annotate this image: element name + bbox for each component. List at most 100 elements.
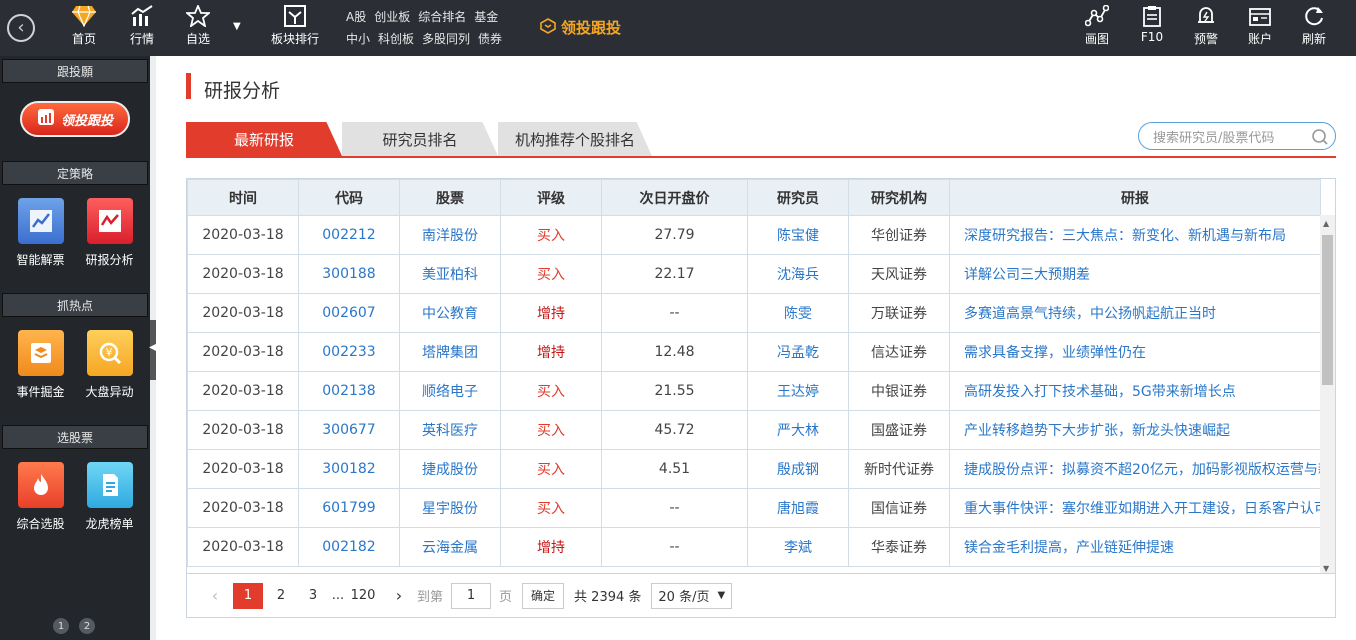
page-size-select[interactable]: 20 条/页 ▼ [651,582,733,609]
table-row[interactable]: 2020-03-18 002607 中公教育 增持 -- 陈雯 万联证券 多赛道高景气持续，中… [187,293,1321,333]
cell-report-link[interactable]: 多赛道高景气持续，中公扬帆起航正当时 [949,293,1321,333]
search-input[interactable]: 搜索研究员/股票代码 [1138,122,1336,150]
page-3-button[interactable]: 3 [299,583,327,609]
cell-analyst[interactable]: 唐旭霞 [747,488,849,528]
page-1-button[interactable]: 1 [233,582,263,609]
table-row[interactable]: 2020-03-18 002233 塔牌集团 增持 12.48 冯孟乾 信达证券 需求具备支撑… [187,332,1321,372]
table-row[interactable]: 2020-03-18 300188 美亚柏科 买入 22.17 沈海兵 天风证券 详解公司三大… [187,254,1321,294]
cell-code[interactable]: 300188 [298,254,400,294]
cell-code[interactable]: 002233 [298,332,400,372]
table-row[interactable]: 2020-03-18 300182 捷成股份 买入 4.51 殷成钢 新时代证券 捷成股份点评… [187,449,1321,489]
table-scrollbar[interactable]: ▲ ▼ [1320,215,1335,575]
cell-report-link[interactable]: 捷成股份点评：拟募资不超20亿元，加码影视版权运营与新 [949,449,1321,489]
cell-report-link[interactable]: 产业转移趋势下大步扩张，新龙头快速崛起 [949,410,1321,450]
sector-ranking-button[interactable]: 板块排行 [268,4,322,52]
cell-report-link[interactable]: 镁合金毛利提高，产业链延伸提速 [949,527,1321,567]
goto-page-input[interactable]: 1 [451,582,492,609]
scroll-up-icon[interactable]: ▲ [1323,219,1329,228]
link-sme[interactable]: 中小 [346,28,370,50]
sidebar-item-event-mining[interactable]: 事件掘金 [8,330,74,422]
header-next-open[interactable]: 次日开盘价 [601,179,748,216]
header-code[interactable]: 代码 [298,179,400,216]
scrollbar-thumb[interactable] [1322,235,1333,385]
back-icon[interactable]: ‹ [7,14,35,42]
cell-analyst[interactable]: 陈宝健 [747,215,849,255]
table-row[interactable]: 2020-03-18 002138 顺络电子 买入 21.55 王达婷 中银证券 高研发投入打… [187,371,1321,411]
cell-code[interactable]: 002138 [298,371,400,411]
sidebar-page-2[interactable]: 2 [79,618,95,634]
f10-button[interactable]: F10 [1136,4,1168,52]
cell-report-link[interactable]: 高研发投入打下技术基础，5G带来新增长点 [949,371,1321,411]
cell-analyst[interactable]: 陈雯 [747,293,849,333]
table-row[interactable]: 2020-03-18 002212 南洋股份 买入 27.79 陈宝健 华创证券 深度研究报告… [187,215,1321,255]
header-institution[interactable]: 研究机构 [848,179,950,216]
table-row[interactable]: 2020-03-18 300677 英科医疗 买入 45.72 严大林 国盛证券 产业转移趋势… [187,410,1321,450]
cell-stock[interactable]: 顺络电子 [399,371,501,411]
cell-report-link[interactable]: 重大事件快评：塞尔维亚如期进入开工建设，日系客户认可 [949,488,1321,528]
cell-stock[interactable]: 星宇股份 [399,488,501,528]
lead-follow-pill-button[interactable]: 领投跟投 [20,101,130,137]
cell-stock[interactable]: 中公教育 [399,293,501,333]
link-overall-ranking[interactable]: 综合排名 [418,6,466,28]
link-chinext[interactable]: 创业板 [374,6,410,28]
cell-stock[interactable]: 塔牌集团 [399,332,501,372]
cell-stock[interactable]: 英科医疗 [399,410,501,450]
tab-latest-reports[interactable]: 最新研报 [186,122,342,156]
cell-report-link[interactable]: 深度研究报告：三大焦点：新变化、新机遇与新布局 [949,215,1321,255]
sidebar-page-1[interactable]: 1 [53,618,69,634]
scroll-down-icon[interactable]: ▼ [1323,564,1329,573]
home-button[interactable]: 首页 [66,4,102,52]
table-row[interactable]: 2020-03-18 601799 星宇股份 买入 -- 唐旭霞 国信证券 重大事件快评：塞尔… [187,488,1321,528]
header-time[interactable]: 时间 [187,179,299,216]
link-star-market[interactable]: 科创板 [378,28,414,50]
link-multi-stock[interactable]: 多股同列 [422,28,470,50]
sidebar-item-dragon-tiger-list[interactable]: 龙虎榜单 [77,462,143,554]
table-row[interactable]: 2020-03-18 002182 云海金属 增持 -- 李斌 华泰证券 镁合金毛利提高，产业… [187,527,1321,567]
page-last-button[interactable]: 120 [349,583,377,609]
cell-stock[interactable]: 云海金属 [399,527,501,567]
cell-analyst[interactable]: 王达婷 [747,371,849,411]
search-icon[interactable] [1311,128,1329,150]
header-report[interactable]: 研报 [949,179,1321,216]
refresh-button[interactable]: 刷新 [1298,4,1330,52]
next-page-icon[interactable]: › [385,583,413,609]
link-funds[interactable]: 基金 [474,6,498,28]
header-analyst[interactable]: 研究员 [747,179,849,216]
watchlist-dropdown-icon[interactable]: ▼ [233,21,241,32]
cell-code[interactable]: 002607 [298,293,400,333]
link-bonds[interactable]: 债券 [478,28,502,50]
cell-analyst[interactable]: 严大林 [747,410,849,450]
cell-code[interactable]: 300677 [298,410,400,450]
sidebar-item-research-analysis[interactable]: 研报分析 [77,198,143,290]
sidebar-item-smart-stock[interactable]: 智能解票 [8,198,74,290]
cell-report-link[interactable]: 需求具备支撑，业绩弹性仍在 [949,332,1321,372]
cell-code[interactable]: 002212 [298,215,400,255]
link-a-shares[interactable]: A股 [346,6,366,28]
cell-report-link[interactable]: 详解公司三大预期差 [949,254,1321,294]
cell-analyst[interactable]: 殷成钢 [747,449,849,489]
header-rating[interactable]: 评级 [500,179,602,216]
lead-follow-brand-link[interactable]: 领投跟投 [540,17,621,38]
cell-analyst[interactable]: 沈海兵 [747,254,849,294]
confirm-button[interactable]: 确定 [522,582,565,609]
cell-analyst[interactable]: 冯孟乾 [747,332,849,372]
cell-stock[interactable]: 捷成股份 [399,449,501,489]
sidebar-item-stock-screener[interactable]: 综合选股 [8,462,74,554]
cell-stock[interactable]: 南洋股份 [399,215,501,255]
cell-stock[interactable]: 美亚柏科 [399,254,501,294]
alert-button[interactable]: 预警 [1190,4,1222,52]
prev-page-icon[interactable]: ‹ [201,583,229,609]
cell-analyst[interactable]: 李斌 [747,527,849,567]
cell-code[interactable]: 601799 [298,488,400,528]
tab-analyst-ranking[interactable]: 研究员排名 [342,122,498,156]
sidebar-item-market-movement[interactable]: ¥ 大盘异动 [77,330,143,422]
cell-code[interactable]: 300182 [298,449,400,489]
cell-code[interactable]: 002182 [298,527,400,567]
draw-button[interactable]: 画图 [1081,4,1113,52]
tab-institution-ranking[interactable]: 机构推荐个股排名 [498,122,652,156]
market-button[interactable]: 行情 [124,4,160,52]
header-stock[interactable]: 股票 [399,179,501,216]
account-button[interactable]: 账户 [1244,4,1276,52]
page-2-button[interactable]: 2 [267,583,295,609]
watchlist-button[interactable]: 自选 [180,4,216,52]
